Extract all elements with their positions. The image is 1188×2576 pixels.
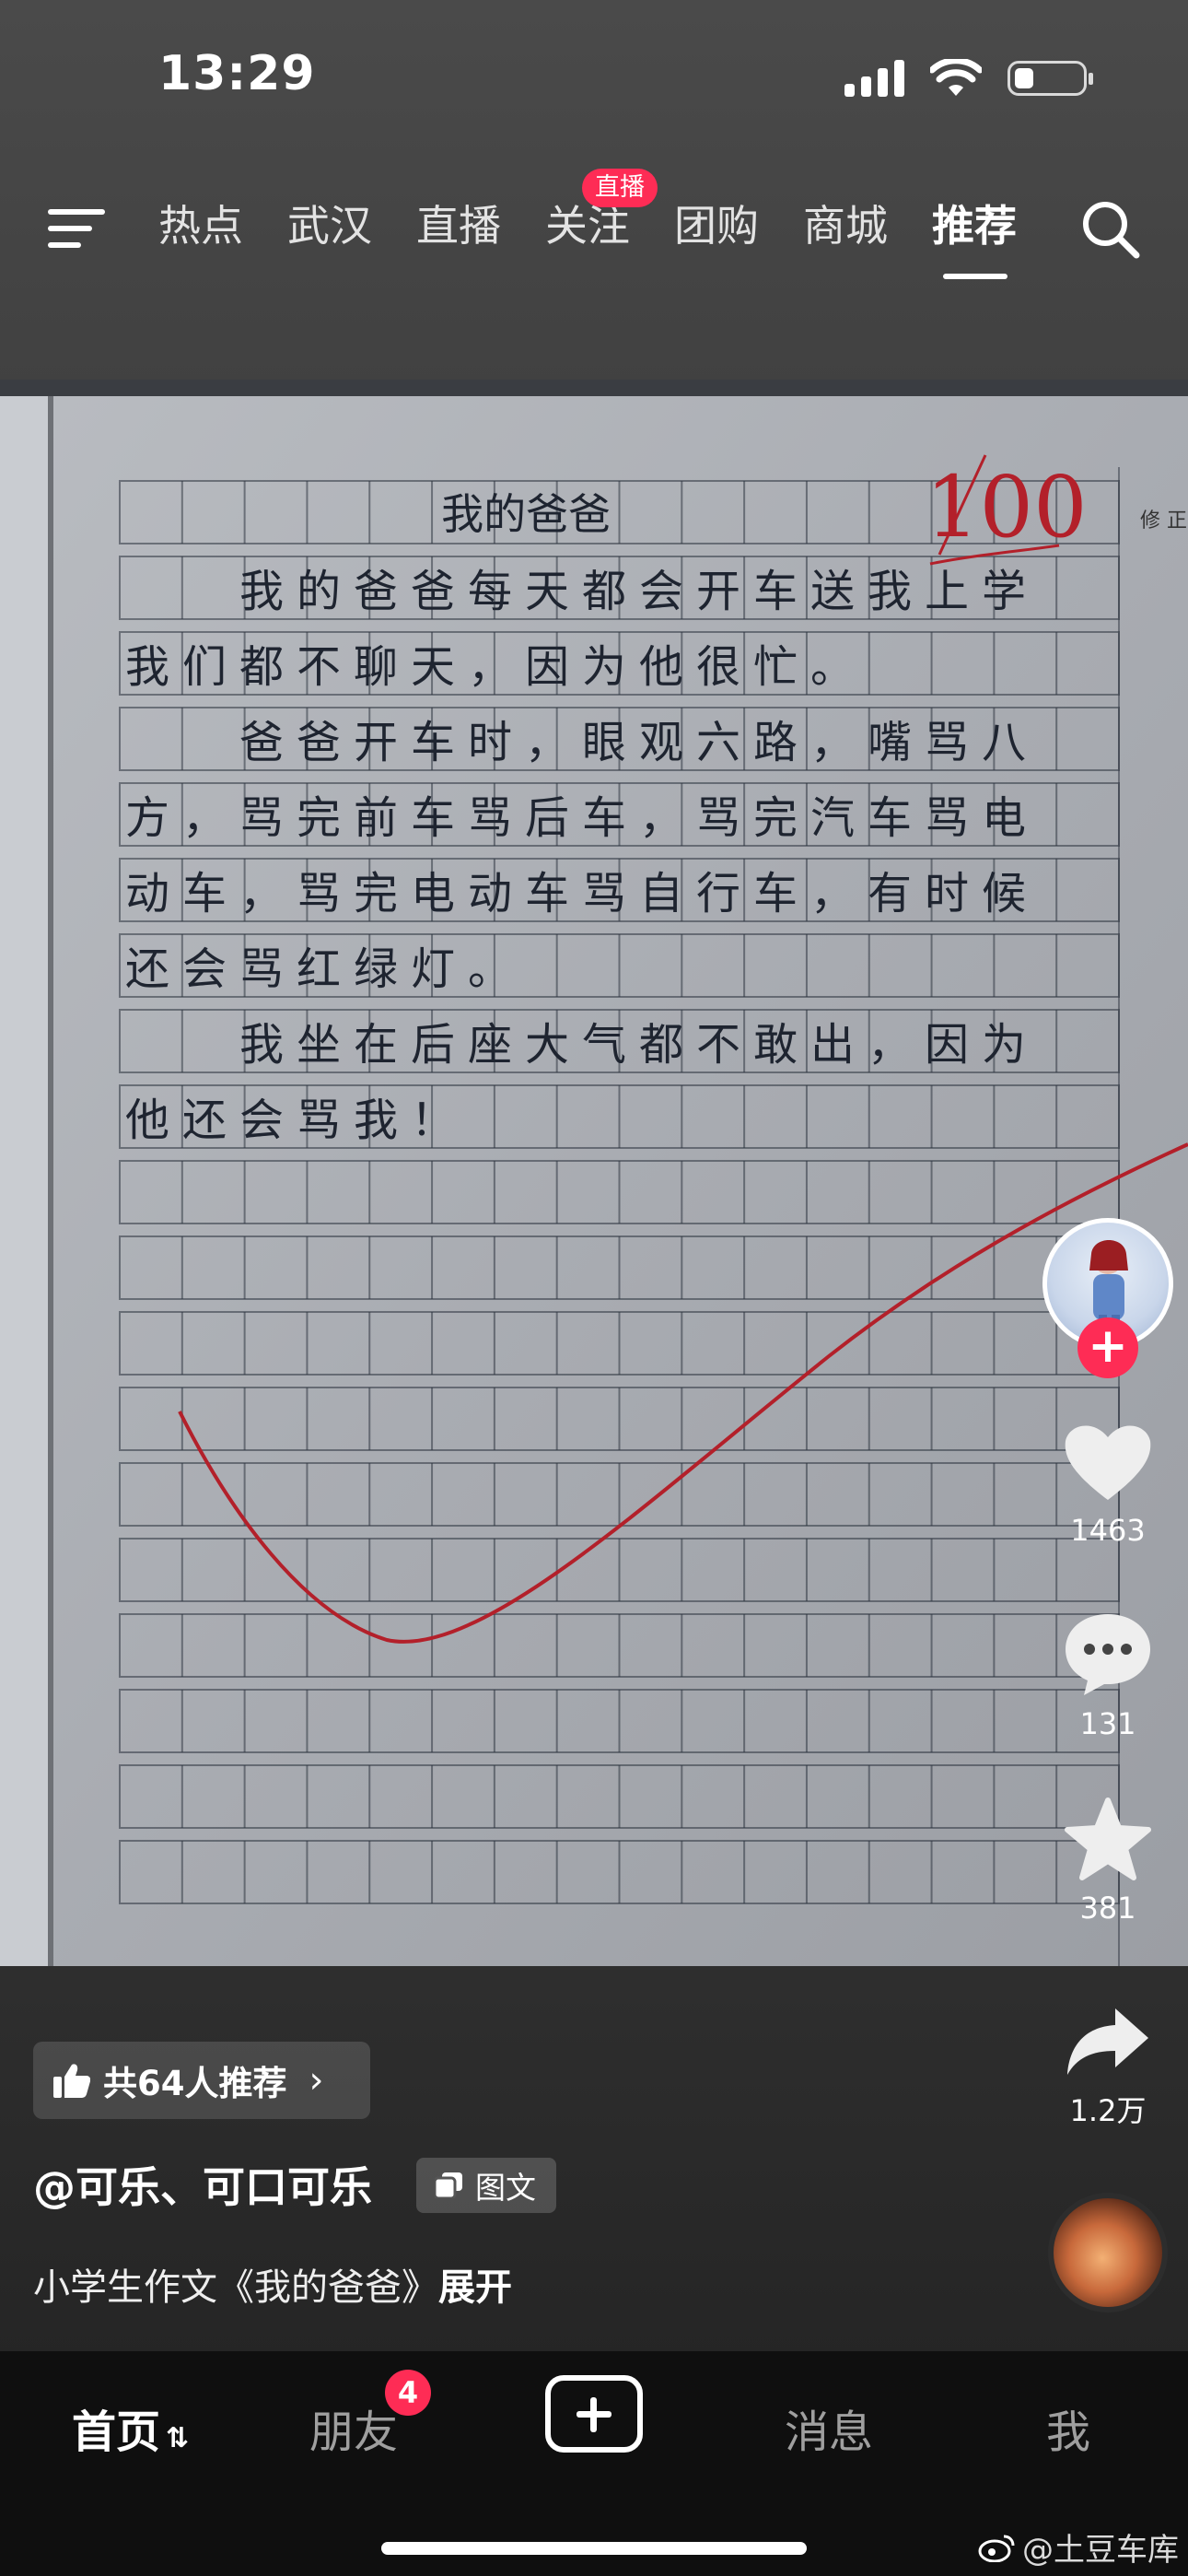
heart-icon — [1065, 1425, 1151, 1500]
nav-me[interactable]: 我 — [1046, 2395, 1090, 2460]
post-description: 小学生作文《我的爸爸》展开 — [33, 2257, 512, 2311]
tab-wuhan[interactable]: 武汉 — [287, 189, 416, 263]
weibo-icon — [978, 2535, 1015, 2562]
share-count: 1.2万 — [1069, 2093, 1147, 2128]
post-image[interactable]: 我的爸爸 100 修 正 我的爸爸每天都会开车送我上学 我们都不聊天，因为他很忙。 爸… — [0, 380, 1188, 1966]
nav-home-label: 首页 — [72, 2406, 161, 2458]
favorite-button[interactable]: 381 — [1041, 1797, 1175, 1926]
recommend-pill[interactable]: 共64人推荐 › — [33, 2042, 370, 2119]
feed-tabs: 热点 武汉 直播 关注 直播 团购 商城 推荐 — [158, 169, 1061, 279]
watermark-text: @土豆车库 — [1022, 2532, 1179, 2569]
nav-friends[interactable]: 朋友 — [309, 2395, 398, 2460]
menu-icon[interactable] — [48, 205, 105, 252]
thumbs-up-icon — [53, 2064, 90, 2098]
favorite-count: 381 — [1079, 1891, 1136, 1926]
essay-line: 方，骂完前车骂后车，骂完汽车骂电 — [125, 792, 1039, 844]
app-screen: 13:29 热点 武汉 直播 关注 直播 团购 商城 推荐 我的爸爸 100 修… — [0, 0, 1188, 2576]
wifi-icon — [930, 59, 982, 96]
live-badge: 直播 — [582, 169, 658, 207]
status-time: 13:29 — [158, 46, 316, 101]
comment-count: 131 — [1079, 1706, 1136, 1741]
description-text: 小学生作文《我的爸爸》 — [33, 2266, 438, 2309]
share-icon — [1067, 2008, 1148, 2075]
comment-button[interactable]: 131 — [1041, 1610, 1175, 1741]
comment-icon — [1066, 1614, 1150, 1695]
recommend-text: 共64人推荐 — [103, 2064, 287, 2103]
home-indicator[interactable] — [381, 2542, 807, 2555]
essay-line: 我坐在后座大气都不敢出，因为 — [125, 1019, 1039, 1071]
top-nav: 热点 武汉 直播 关注 直播 团购 商城 推荐 — [0, 169, 1188, 279]
essay-score: 100 — [926, 458, 1088, 556]
tab-live[interactable]: 直播 — [416, 189, 545, 263]
share-button[interactable]: 1.2万 — [1041, 2005, 1175, 2130]
expand-link[interactable]: 展开 — [438, 2266, 512, 2309]
nav-home[interactable]: 首页 ⇅ — [72, 2395, 189, 2460]
tab-following-label: 关注 — [545, 201, 630, 251]
create-button[interactable] — [545, 2375, 643, 2453]
essay-line: 他还会骂我！ — [125, 1095, 468, 1146]
tab-following[interactable]: 关注 直播 — [545, 169, 674, 263]
battery-icon — [1007, 61, 1093, 96]
tab-recommend[interactable]: 推荐 — [932, 189, 1061, 279]
essay-line: 我们都不聊天，因为他很忙。 — [125, 641, 868, 693]
like-button[interactable]: 1463 — [1041, 1419, 1175, 1548]
refresh-icon: ⇅ — [166, 2422, 190, 2454]
essay-title: 我的爸爸 — [441, 489, 611, 539]
follow-button[interactable]: + — [1077, 1317, 1138, 1378]
notebook-photo: 我的爸爸 100 修 正 我的爸爸每天都会开车送我上学我们都不聊天，因为他很忙。 爸… — [0, 380, 1188, 1966]
author-name[interactable]: @可乐、可口可乐 — [33, 2154, 372, 2215]
post-type-tag: 图文 — [416, 2158, 556, 2213]
star-icon — [1065, 1797, 1151, 1880]
essay-line: 我的爸爸每天都会开车送我上学 — [125, 566, 1039, 617]
nav-messages[interactable]: 消息 — [785, 2395, 873, 2460]
tab-group-buy[interactable]: 团购 — [674, 189, 803, 263]
corner-note: 修 正 — [1140, 509, 1187, 533]
essay-line: 动车，骂完电动车骂自行车，有时候 — [125, 868, 1039, 919]
essay-line: 爸爸开车时，眼观六路，嘴骂八 — [125, 717, 1039, 768]
essay-line: 还会骂红绿灯。 — [125, 943, 525, 995]
like-count: 1463 — [1070, 1513, 1146, 1548]
watermark: @土豆车库 — [978, 2524, 1179, 2570]
gallery-icon — [435, 2172, 462, 2198]
tab-hot[interactable]: 热点 — [158, 189, 287, 263]
music-disc[interactable] — [1048, 2193, 1168, 2313]
friends-badge: 4 — [385, 2370, 431, 2416]
post-type-label: 图文 — [475, 2170, 536, 2206]
chevron-right-icon: › — [309, 2059, 324, 2102]
status-icons — [844, 59, 1093, 98]
tab-mall[interactable]: 商城 — [803, 189, 932, 263]
signal-icon — [844, 60, 904, 97]
search-icon[interactable] — [1079, 198, 1140, 259]
